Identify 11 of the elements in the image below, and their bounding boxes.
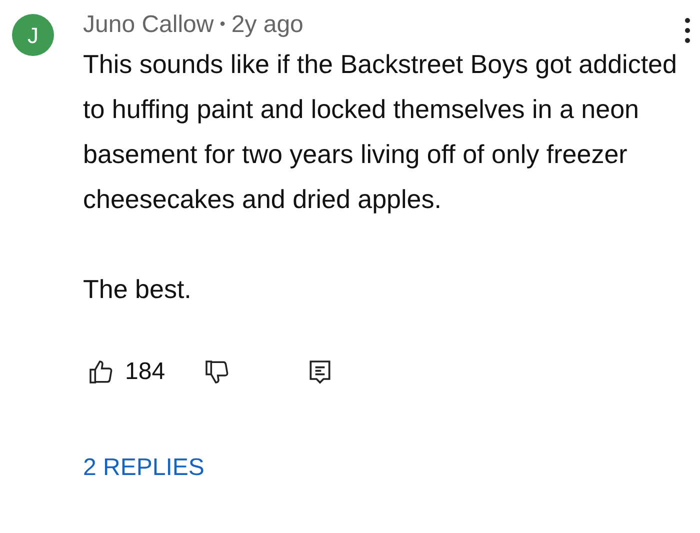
like-count: 184: [125, 357, 166, 387]
comment-text: This sounds like if the Backstreet Boys got addicted to huffing paint and locked themselves in a neon basement for two years living off of only freezer cheesecakes and dried apples.: [83, 48, 678, 216]
replies-link[interactable]: 2 REPLIES: [83, 450, 678, 486]
reply-icon[interactable]: [307, 358, 334, 386]
comment-text: The best.: [83, 273, 192, 306]
author-name[interactable]: Juno Callow: [83, 7, 214, 43]
more-options-icon[interactable]: [683, 16, 692, 45]
comment-time: 2y ago: [231, 10, 304, 40]
avatar[interactable]: J: [12, 14, 54, 56]
separator-dot: •: [220, 15, 226, 35]
thumbs-up-icon[interactable]: [87, 358, 115, 386]
